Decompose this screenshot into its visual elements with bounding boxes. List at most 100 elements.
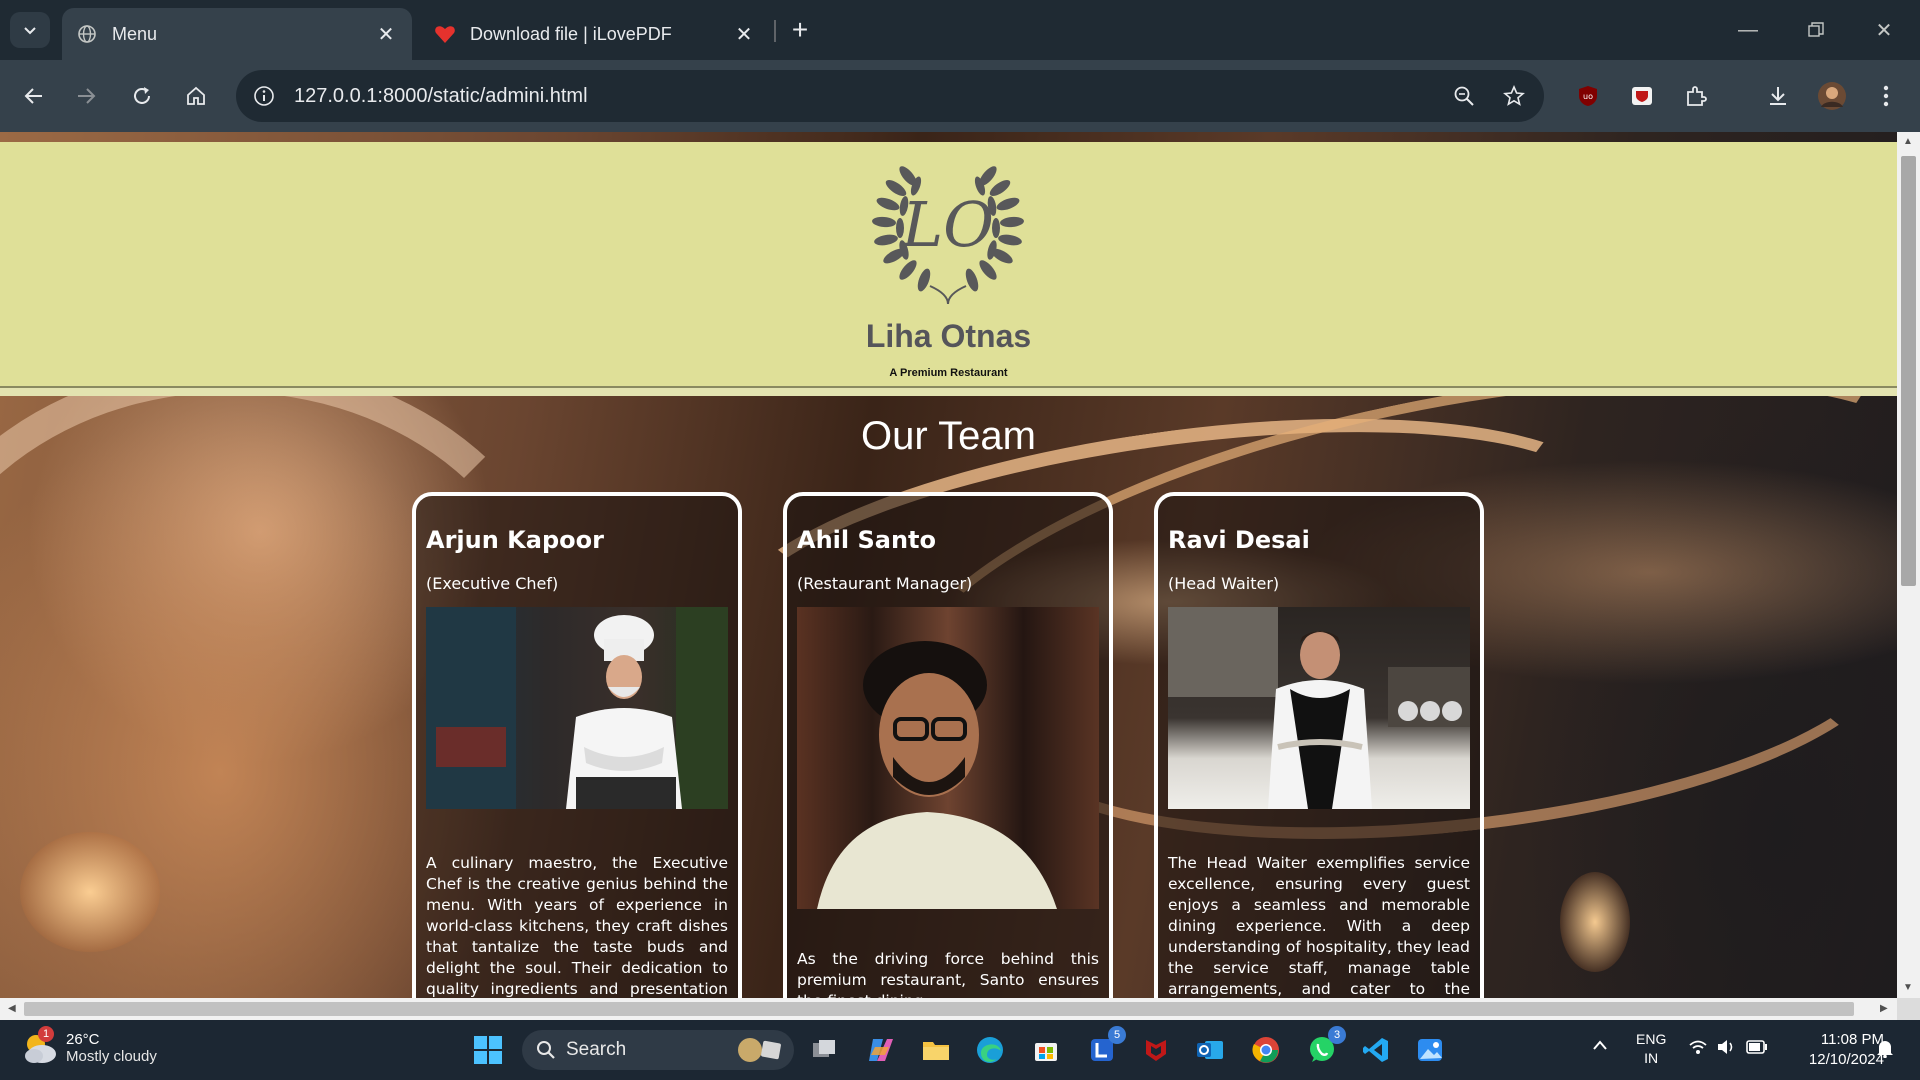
wifi-icon[interactable] <box>1688 1039 1708 1058</box>
member-role: (Executive Chef) <box>426 574 559 593</box>
search-icon <box>536 1040 556 1060</box>
url-text[interactable]: 127.0.0.1:8000/static/admini.html <box>294 85 1444 108</box>
member-bio: A culinary maestro, the Executive Chef i… <box>426 854 728 998</box>
todo-app-icon[interactable]: 5 <box>1082 1026 1126 1070</box>
member-name: Ahil Santo <box>797 526 936 554</box>
member-name: Ravi Desai <box>1168 526 1310 554</box>
weather-widget[interactable]: 1 26°C Mostly cloudy <box>20 1026 157 1068</box>
scroll-up-arrow-icon[interactable]: ▲ <box>1903 136 1913 147</box>
tab-menu[interactable]: Menu ✕ <box>62 8 412 60</box>
extensions-puzzle-icon[interactable] <box>1676 76 1716 116</box>
vertical-scrollbar[interactable]: ▲ ▼ <box>1897 132 1920 998</box>
tab-search-chevron-icon[interactable] <box>10 12 50 48</box>
home-icon[interactable] <box>176 76 216 116</box>
waiter-photo <box>1168 607 1470 809</box>
download-icon[interactable] <box>1758 76 1798 116</box>
search-highlight-icon <box>736 1036 784 1064</box>
more-menu-icon[interactable] <box>1866 76 1906 116</box>
team-card-ravi: Ravi Desai (Head Waiter) The Head Waiter… <box>1154 492 1484 998</box>
tab-close-icon[interactable]: ✕ <box>374 22 398 47</box>
copilot-icon[interactable] <box>860 1030 900 1070</box>
chrome-icon[interactable] <box>1246 1030 1286 1070</box>
member-role: (Head Waiter) <box>1168 574 1280 593</box>
team-card-ahil: Ahil Santo (Restaurant Manager) As the d… <box>783 492 1113 998</box>
bookmark-star-icon[interactable] <box>1494 76 1534 116</box>
tab-title: Menu <box>112 23 158 44</box>
photos-app-icon[interactable] <box>1410 1030 1450 1070</box>
svg-text:uo: uo <box>1583 92 1593 101</box>
lang-bottom: IN <box>1644 1050 1659 1066</box>
forward-arrow-icon[interactable] <box>66 76 106 116</box>
chef-photo <box>426 607 728 809</box>
page-viewport: LO Liha Otnas A Premium Restaurant Our T… <box>0 132 1897 998</box>
weather-condition: Mostly cloudy <box>66 1048 157 1065</box>
clock-time: 11:08 PM <box>1820 1031 1884 1048</box>
scroll-right-arrow-icon[interactable]: ▶ <box>1880 1003 1888 1014</box>
language-indicator[interactable]: ENG IN <box>1636 1030 1666 1068</box>
microsoft-store-icon[interactable] <box>1026 1030 1066 1070</box>
minimize-icon[interactable]: — <box>1718 10 1778 50</box>
taskbar-search[interactable]: Search <box>522 1030 794 1070</box>
restaurant-name: Liha Otnas <box>865 318 1032 354</box>
weather-badge: 1 <box>38 1026 54 1042</box>
reload-icon[interactable] <box>122 76 162 116</box>
cloudy-weather-icon: 1 <box>20 1026 60 1068</box>
volume-icon[interactable] <box>1716 1038 1736 1059</box>
scrollbar-corner <box>1897 998 1920 1020</box>
member-bio: As the driving force behind this premium… <box>797 950 1099 998</box>
notification-bell-icon[interactable] <box>1876 1038 1894 1061</box>
mcafee-extension-icon[interactable] <box>1622 76 1662 116</box>
weather-temp: 26°C <box>66 1031 100 1048</box>
horizontal-scrollbar[interactable]: ◀ ▶ <box>0 998 1897 1020</box>
new-tab-plus-icon[interactable]: + <box>782 12 818 48</box>
wall-lamp <box>1560 872 1630 972</box>
browser-tab-strip: Menu ✕ Download file | iLovePDF ✕ + — ✕ <box>0 0 1920 60</box>
tab-title: Download file | iLovePDF <box>470 23 672 44</box>
tab-ilovepdf[interactable]: Download file | iLovePDF ✕ <box>420 8 770 60</box>
site-info-icon[interactable] <box>244 76 284 116</box>
search-label: Search <box>566 1039 627 1060</box>
zoom-icon[interactable] <box>1444 76 1484 116</box>
taskbar-clock[interactable]: 11:08 PM 12/10/2024 <box>1774 1030 1884 1070</box>
browser-toolbar: 127.0.0.1:8000/static/admini.html uo <box>0 60 1920 132</box>
outlook-icon[interactable] <box>1190 1030 1230 1070</box>
header-bottom-strip <box>0 388 1897 396</box>
windows-start-icon[interactable] <box>468 1030 508 1070</box>
scroll-left-arrow-icon[interactable]: ◀ <box>8 1003 16 1014</box>
globe-icon <box>76 23 98 45</box>
clock-date: 12/10/2024 <box>1808 1051 1884 1068</box>
whatsapp-icon[interactable]: 3 <box>1302 1026 1346 1070</box>
logo-monogram: LO <box>901 188 994 261</box>
whatsapp-badge: 3 <box>1328 1026 1346 1044</box>
mcafee-icon[interactable] <box>1136 1030 1176 1070</box>
edge-browser-icon[interactable] <box>970 1030 1010 1070</box>
battery-icon[interactable] <box>1746 1040 1768 1057</box>
tab-close-icon[interactable]: ✕ <box>732 22 756 47</box>
todo-badge: 5 <box>1108 1026 1126 1044</box>
member-name: Arjun Kapoor <box>426 526 604 554</box>
tray-overflow-chevron-icon[interactable] <box>1592 1038 1608 1054</box>
file-explorer-icon[interactable] <box>916 1030 956 1070</box>
windows-taskbar: 1 26°C Mostly cloudy Search 5 3 ENG IN 1… <box>0 1020 1920 1080</box>
restaurant-logo-laurel: LO <box>868 156 1028 305</box>
task-view-icon[interactable] <box>804 1030 844 1070</box>
lang-top: ENG <box>1636 1031 1667 1047</box>
member-bio: The Head Waiter exemplifies service exce… <box>1168 854 1470 998</box>
vscode-icon[interactable] <box>1356 1030 1396 1070</box>
wall-lamp <box>20 832 160 952</box>
close-window-icon[interactable]: ✕ <box>1854 10 1914 50</box>
ilovepdf-heart-icon <box>434 23 456 45</box>
restore-icon[interactable] <box>1786 10 1846 50</box>
member-role: (Restaurant Manager) <box>797 574 973 593</box>
horizontal-scroll-thumb[interactable] <box>24 1002 1854 1016</box>
profile-avatar[interactable] <box>1812 76 1852 116</box>
scroll-down-arrow-icon[interactable]: ▼ <box>1903 982 1913 993</box>
team-card-arjun: Arjun Kapoor (Executive Chef) A culinary… <box>412 492 742 998</box>
team-heading: Our Team <box>861 414 1036 458</box>
ublock-icon[interactable]: uo <box>1568 76 1608 116</box>
manager-photo <box>797 607 1099 909</box>
tab-separator <box>774 20 776 42</box>
address-bar[interactable]: 127.0.0.1:8000/static/admini.html <box>236 70 1544 122</box>
vertical-scroll-thumb[interactable] <box>1901 156 1916 586</box>
back-arrow-icon[interactable] <box>14 76 54 116</box>
